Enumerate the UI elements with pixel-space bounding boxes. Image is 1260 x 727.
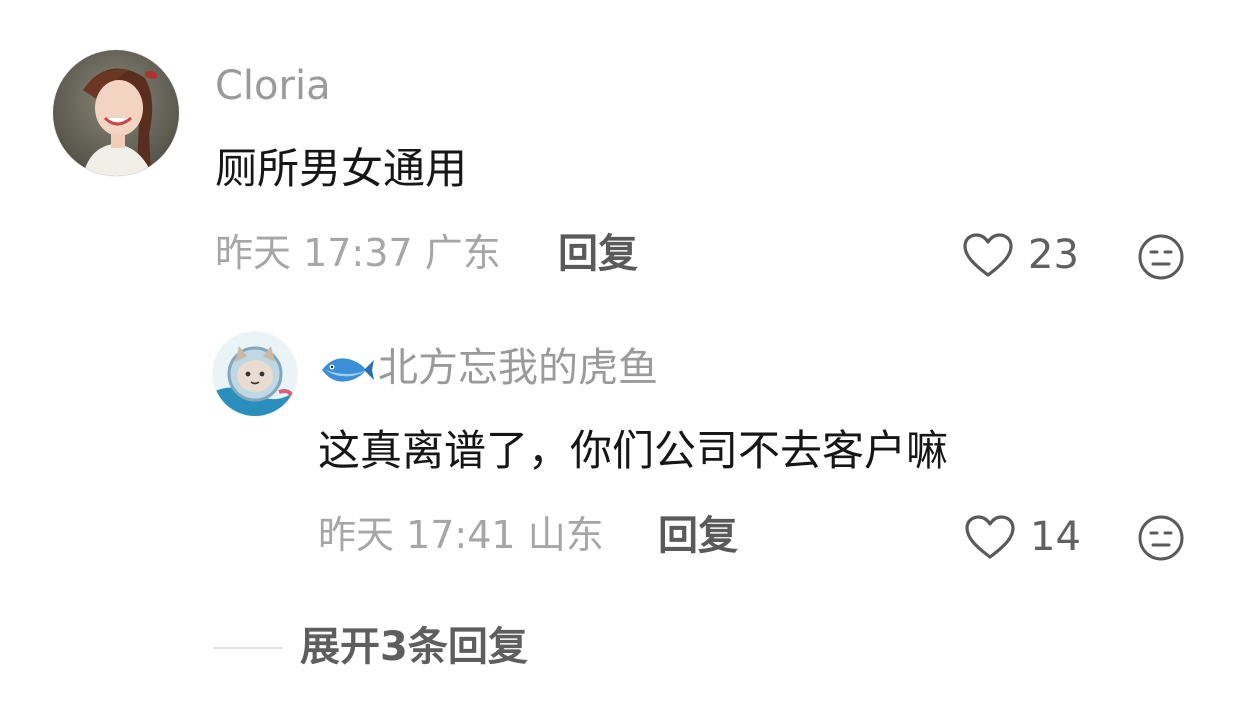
expand-divider-line bbox=[213, 647, 283, 649]
comment-location: 广东 bbox=[424, 231, 501, 275]
heart-outline-icon bbox=[963, 233, 1013, 277]
reply-meta: 昨天 17:41 山东 bbox=[318, 516, 604, 554]
heart-outline-icon bbox=[965, 515, 1015, 559]
reply-reply-button[interactable]: 回复 bbox=[658, 516, 738, 556]
meh-face-icon bbox=[1138, 234, 1184, 280]
meh-face-icon bbox=[1138, 515, 1184, 561]
reply-username: 北方忘我的虎鱼 bbox=[378, 345, 658, 391]
reply-user-avatar[interactable] bbox=[213, 332, 297, 416]
avatar-photo bbox=[53, 50, 179, 176]
avatar-cat-illustration bbox=[213, 332, 297, 416]
reply-like-count: 14 bbox=[1030, 514, 1081, 560]
fish-icon bbox=[322, 358, 374, 382]
comment-username[interactable]: Cloria bbox=[215, 66, 331, 106]
reply-time: 昨天 17:41 bbox=[318, 513, 516, 557]
reply-location: 山东 bbox=[527, 513, 604, 557]
reply-like-button[interactable]: 14 bbox=[964, 512, 1084, 562]
reply-text: 这真离谱了，你们公司不去客户嘛 bbox=[318, 426, 949, 475]
user-avatar-cloria[interactable] bbox=[53, 50, 179, 176]
comment-like-count: 23 bbox=[1028, 232, 1079, 278]
expand-replies-button[interactable]: 展开3条回复 bbox=[300, 627, 528, 667]
comment-text: 厕所男女通用 bbox=[215, 144, 468, 193]
comment-like-button[interactable]: 23 bbox=[962, 230, 1082, 280]
comment-reply-button[interactable]: 回复 bbox=[558, 234, 638, 274]
comment-meta: 昨天 17:37 广东 bbox=[215, 234, 501, 272]
comment-dislike-button[interactable] bbox=[1137, 233, 1185, 281]
comment-time: 昨天 17:37 bbox=[215, 231, 413, 275]
reply-dislike-button[interactable] bbox=[1137, 514, 1185, 562]
